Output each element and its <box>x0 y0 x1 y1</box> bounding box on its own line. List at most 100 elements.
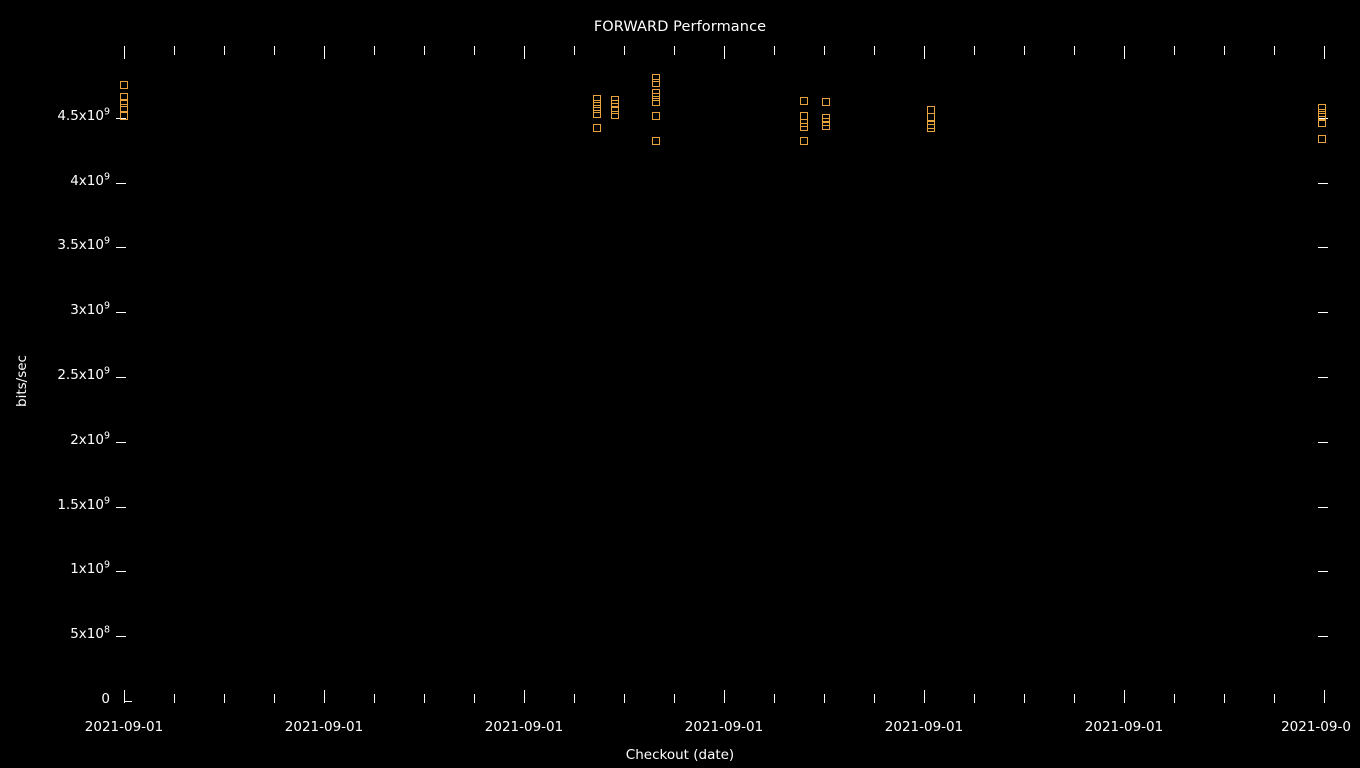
y-axis-tick-label: 0 <box>101 690 110 707</box>
x-axis-tick-top <box>274 46 275 55</box>
x-axis-tick-bottom <box>1324 690 1325 703</box>
data-point <box>120 81 128 90</box>
data-point <box>822 121 830 130</box>
x-axis-tick-bottom <box>1074 694 1075 703</box>
y-axis-tick-label: 1.5x109 <box>57 495 110 513</box>
x-axis-tick-bottom <box>1024 694 1025 703</box>
data-point <box>1318 134 1326 143</box>
data-point <box>822 97 830 106</box>
x-axis-tick-bottom <box>1124 690 1125 703</box>
x-axis-tick-top <box>1224 46 1225 55</box>
data-point <box>927 124 935 133</box>
data-point <box>611 100 619 109</box>
x-axis-tick-top <box>674 46 675 55</box>
data-point <box>611 106 619 115</box>
y-axis-tick-left <box>116 311 126 313</box>
data-point <box>822 114 830 123</box>
y-axis-tick-label: 1x109 <box>70 559 110 577</box>
x-axis-tick-bottom <box>674 694 675 703</box>
data-point <box>120 103 128 112</box>
y-axis-tick-right <box>1318 506 1328 508</box>
data-point <box>611 95 619 104</box>
data-point <box>1318 118 1326 127</box>
data-point <box>927 105 935 114</box>
data-point <box>927 120 935 129</box>
y-axis-tick-right <box>1318 635 1328 637</box>
x-axis-tick-top <box>1324 46 1325 59</box>
x-axis-tick-top <box>624 46 625 55</box>
y-axis-tick-left <box>116 376 126 378</box>
x-axis-tick-top <box>1174 46 1175 55</box>
x-axis-tick-top <box>774 46 775 55</box>
x-axis-tick-top <box>424 46 425 55</box>
x-axis-tick-bottom <box>524 690 525 703</box>
x-axis-tick-top <box>124 46 125 59</box>
x-axis-tick-label: 2021-09-01 <box>284 719 364 735</box>
x-axis-tick-top <box>924 46 925 59</box>
y-axis-tick-label: 3.5x109 <box>57 235 110 253</box>
x-axis-tick-bottom <box>574 694 575 703</box>
x-axis-tick-bottom <box>624 694 625 703</box>
axis-layer: 2021-09-01 2021-09-01 2021-09-01 2021-09-01… <box>0 0 1360 768</box>
y-axis-tick-left <box>116 506 126 508</box>
x-axis-tick-top <box>174 46 175 55</box>
data-point <box>593 105 601 114</box>
x-axis-tick-label: 2021-09-01 <box>884 719 964 735</box>
y-axis-tick-left <box>116 182 126 184</box>
y-axis-tick-right <box>1318 570 1328 572</box>
y-axis-tick-label: 5x108 <box>70 624 110 642</box>
data-point <box>1318 108 1326 117</box>
x-axis-tick-top <box>1124 46 1125 59</box>
data-point <box>652 93 660 102</box>
x-axis-tick-top <box>374 46 375 55</box>
data-point <box>800 136 808 145</box>
x-axis-tick-top <box>574 46 575 55</box>
y-axis-tick-right <box>1318 246 1328 248</box>
chart-title: FORWARD Performance <box>593 19 767 35</box>
x-axis-tick-top <box>824 46 825 55</box>
data-point <box>120 112 128 121</box>
x-axis-tick-bottom <box>174 694 175 703</box>
x-axis-tick-top <box>724 46 725 59</box>
x-axis-tick-bottom <box>1174 694 1175 703</box>
y-axis-title: bits/sec <box>14 355 30 407</box>
data-points-layer <box>0 0 1360 768</box>
x-axis-tick-bottom <box>274 694 275 703</box>
x-axis-tick-top <box>974 46 975 55</box>
data-point <box>611 110 619 119</box>
data-point <box>593 99 601 108</box>
x-axis-tick-bottom <box>874 694 875 703</box>
y-axis-tick-label: 3x109 <box>70 300 110 318</box>
x-axis-tick-bottom <box>424 694 425 703</box>
data-point <box>593 94 601 103</box>
x-axis-tick-top <box>874 46 875 55</box>
x-axis-tick-label: 2021-09-01 <box>84 719 164 735</box>
data-point <box>822 117 830 126</box>
x-axis-tick-bottom <box>1274 694 1275 703</box>
x-axis-tick-top <box>1274 46 1275 55</box>
data-point <box>800 123 808 132</box>
x-axis-tick-bottom <box>1224 694 1225 703</box>
data-point <box>593 123 601 132</box>
data-point <box>652 79 660 88</box>
x-axis-tick-label: 2021-09-01 <box>484 719 564 735</box>
chart-canvas: FORWARD Performance bits/sec Checkout (d… <box>0 0 1360 768</box>
x-axis-tick-bottom <box>224 694 225 703</box>
x-axis-tick-bottom <box>724 690 725 703</box>
data-point <box>800 96 808 105</box>
data-point <box>652 112 660 121</box>
x-axis-tick-bottom <box>824 694 825 703</box>
data-point <box>120 93 128 102</box>
x-axis-tick-top <box>324 46 325 59</box>
x-axis-title: Checkout (date) <box>625 747 735 763</box>
y-axis-tick-right <box>1318 311 1328 313</box>
x-axis-tick-bottom <box>924 690 925 703</box>
y-axis-tick-label: 2x109 <box>70 430 110 448</box>
y-axis-tick-right <box>1318 441 1328 443</box>
x-axis-tick-bottom <box>774 694 775 703</box>
x-axis-tick-top <box>524 46 525 59</box>
y-axis-tick-left <box>116 246 126 248</box>
x-axis-tick-label: 2021-09-0 <box>1281 719 1351 735</box>
y-axis-tick-right <box>1318 376 1328 378</box>
y-axis-tick-left <box>116 441 126 443</box>
